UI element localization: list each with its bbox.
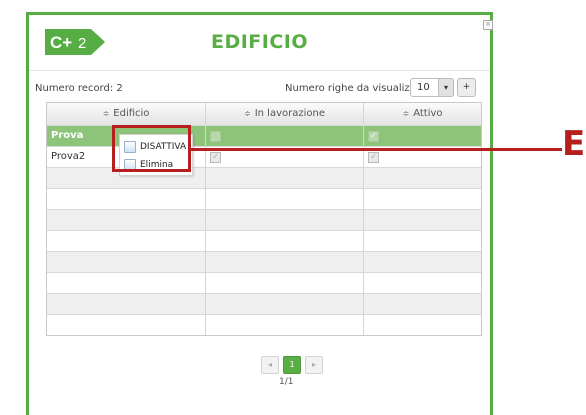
annotation-highlight-box [112, 125, 191, 172]
rows-per-page-select[interactable]: 10 ▾ [410, 78, 454, 97]
header-divider [29, 70, 490, 71]
checkbox: ✓ [368, 152, 379, 163]
column-header-label: Edificio [113, 108, 150, 119]
record-count: Numero record: 2 [35, 83, 123, 94]
rows-per-page-value: 10 [417, 82, 430, 93]
pagination: ◂ 1 ▸ [261, 356, 323, 374]
empty-row [47, 231, 481, 252]
annotation-callout-line [191, 148, 562, 151]
empty-row [47, 294, 481, 315]
empty-row [47, 210, 481, 231]
column-header-label: Attivo [413, 108, 443, 119]
empty-row [47, 189, 481, 210]
next-page-button[interactable]: ▸ [305, 356, 323, 374]
column-header-attivo[interactable]: ≑ Attivo [364, 103, 481, 125]
page-info: 1/1 [279, 377, 294, 387]
checkbox: ✓ [210, 152, 221, 163]
column-header-in-lavorazione[interactable]: ≑ In lavorazione [206, 103, 364, 125]
dialog-window: C+ 2 EDIFICIO × Numero record: 2 Numero … [26, 12, 493, 415]
cell-in-lavorazione [206, 126, 364, 146]
close-icon[interactable]: × [483, 20, 493, 30]
annotation-callout-letter: E [562, 124, 586, 164]
chevron-down-icon[interactable]: ▾ [438, 78, 454, 97]
empty-row [47, 273, 481, 294]
empty-row [47, 252, 481, 273]
add-button[interactable]: + [457, 78, 476, 97]
checkbox: ✓ [368, 131, 379, 142]
checkbox [210, 131, 221, 142]
prev-page-button[interactable]: ◂ [261, 356, 279, 374]
page-title: EDIFICIO [210, 31, 309, 53]
column-header-edificio[interactable]: ≑ Edificio [47, 103, 206, 125]
empty-row [47, 315, 481, 335]
sort-icon: ≑ [244, 109, 251, 118]
sort-icon: ≑ [102, 109, 110, 118]
grid-header: ≑ Edificio ≑ In lavorazione ≑ Attivo [47, 103, 481, 126]
page-button-1[interactable]: 1 [283, 356, 301, 374]
column-header-label: In lavorazione [254, 108, 325, 119]
cell-attivo: ✓ [364, 126, 481, 146]
sort-icon: ≑ [402, 109, 410, 118]
